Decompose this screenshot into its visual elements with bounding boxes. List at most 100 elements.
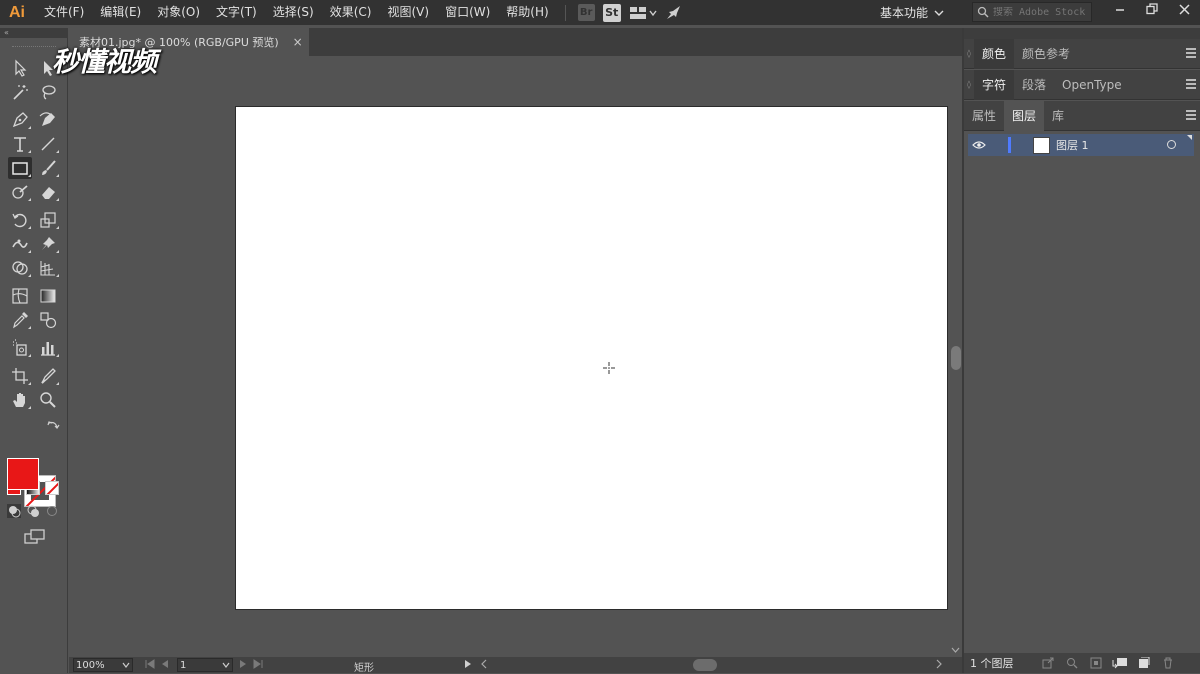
- tools-grip[interactable]: [12, 46, 56, 50]
- dock-collapse-bar[interactable]: [964, 28, 1200, 39]
- none-mode-button[interactable]: [45, 481, 59, 495]
- rotate-tool[interactable]: [8, 209, 32, 231]
- gradient-tool[interactable]: [36, 285, 60, 307]
- symbol-sprayer-tool[interactable]: [8, 337, 32, 359]
- scroll-right-icon[interactable]: [935, 658, 943, 670]
- scroll-down-icon[interactable]: [951, 647, 960, 653]
- menu-type[interactable]: 文字(T): [208, 0, 265, 25]
- delete-layer-icon[interactable]: [1162, 657, 1174, 669]
- tab-opentype[interactable]: OpenType: [1054, 70, 1130, 100]
- tab-libraries[interactable]: 库: [1044, 101, 1072, 131]
- pen-tool[interactable]: [8, 109, 32, 131]
- tab-paragraph[interactable]: 段落: [1014, 70, 1054, 100]
- menu-window[interactable]: 窗口(W): [437, 0, 498, 25]
- draw-normal-icon[interactable]: [7, 504, 21, 518]
- status-menu-arrow-icon[interactable]: [464, 658, 472, 670]
- layer-name[interactable]: 图层 1: [1056, 137, 1089, 153]
- column-graph-icon: [41, 342, 55, 356]
- lasso-tool[interactable]: [36, 81, 60, 103]
- canvas-area[interactable]: [69, 56, 949, 657]
- eyedropper-tool[interactable]: [8, 309, 32, 331]
- horizontal-scroll-thumb[interactable]: [693, 659, 717, 671]
- line-segment-tool[interactable]: [36, 133, 60, 155]
- fill-color-swatch[interactable]: [7, 458, 39, 490]
- minimize-button[interactable]: [1104, 0, 1136, 18]
- tab-layers[interactable]: 图层: [1004, 100, 1045, 131]
- arrange-documents-button[interactable]: [629, 4, 657, 22]
- menu-edit[interactable]: 编辑(E): [92, 0, 149, 25]
- panel-menu-icon[interactable]: [1186, 110, 1196, 120]
- panel-menu-icon[interactable]: [1186, 79, 1196, 89]
- menu-file[interactable]: 文件(F): [36, 0, 92, 25]
- swap-fill-stroke-icon[interactable]: [46, 419, 60, 433]
- panel-grip-icon[interactable]: ◊: [964, 49, 974, 58]
- tab-color-guide[interactable]: 颜色参考: [1014, 39, 1078, 69]
- artboard-tool[interactable]: [8, 365, 32, 387]
- visibility-toggle[interactable]: [968, 140, 990, 150]
- type-tool[interactable]: [8, 133, 32, 155]
- last-artboard-icon[interactable]: [253, 658, 263, 670]
- mesh-tool[interactable]: [8, 285, 32, 307]
- shaper-icon: [12, 185, 28, 199]
- draw-behind-icon[interactable]: [26, 504, 40, 518]
- bridge-button[interactable]: Br: [577, 4, 595, 22]
- paintbrush-tool[interactable]: [36, 157, 60, 179]
- panel-grip-icon[interactable]: ◊: [964, 80, 974, 89]
- vertical-scrollbar[interactable]: [949, 56, 962, 657]
- previous-artboard-icon[interactable]: [161, 658, 169, 670]
- gpu-performance-button[interactable]: [665, 4, 683, 22]
- new-layer-icon[interactable]: [1138, 657, 1150, 669]
- scale-tool[interactable]: [36, 209, 60, 231]
- stock-button[interactable]: St: [602, 3, 621, 22]
- magic-wand-tool[interactable]: [8, 81, 32, 103]
- menu-effect[interactable]: 效果(C): [322, 0, 380, 25]
- hand-tool[interactable]: [8, 389, 32, 411]
- close-document-icon[interactable]: ×: [293, 35, 303, 49]
- perspective-grid-tool[interactable]: [36, 257, 60, 279]
- first-artboard-icon[interactable]: [145, 658, 155, 670]
- scroll-left-icon[interactable]: [480, 658, 488, 670]
- curvature-tool[interactable]: [36, 109, 60, 131]
- layer-thumbnail: [1033, 136, 1050, 154]
- tab-properties[interactable]: 属性: [964, 101, 1004, 131]
- rectangle-tool[interactable]: [8, 157, 32, 179]
- slice-tool[interactable]: [36, 365, 60, 387]
- zoom-select[interactable]: 100%: [73, 658, 133, 672]
- layer-row[interactable]: 图层 1: [968, 134, 1194, 156]
- locate-object-icon[interactable]: [1066, 657, 1078, 669]
- clipping-mask-icon[interactable]: [1090, 657, 1102, 669]
- close-window-button[interactable]: [1168, 0, 1200, 18]
- next-artboard-icon[interactable]: [239, 658, 247, 670]
- eraser-icon: [42, 187, 55, 199]
- puppet-warp-tool[interactable]: [36, 233, 60, 255]
- tab-color[interactable]: 颜色: [974, 38, 1015, 69]
- shaper-tool[interactable]: [8, 181, 32, 203]
- menu-view[interactable]: 视图(V): [379, 0, 437, 25]
- shape-builder-tool[interactable]: [8, 257, 32, 279]
- tab-character[interactable]: 字符: [974, 69, 1015, 100]
- width-tool[interactable]: [8, 233, 32, 255]
- new-sublayer-icon[interactable]: [1112, 657, 1128, 669]
- screen-mode-icon[interactable]: [24, 529, 46, 545]
- tools-collapse-button[interactable]: «: [0, 28, 68, 38]
- menu-object[interactable]: 对象(O): [149, 0, 208, 25]
- bridge-icon: Br: [577, 4, 595, 21]
- search-input[interactable]: [993, 6, 1085, 18]
- restore-button[interactable]: [1136, 0, 1168, 18]
- vertical-scroll-thumb[interactable]: [951, 346, 961, 370]
- artboard-number-select[interactable]: 1: [177, 658, 233, 672]
- layer-count: 1 个图层: [970, 657, 1014, 670]
- draw-inside-icon[interactable]: [45, 504, 59, 518]
- zoom-tool[interactable]: [36, 389, 60, 411]
- panel-menu-icon[interactable]: [1186, 48, 1196, 58]
- artboard[interactable]: [235, 106, 948, 610]
- layer-target-icon[interactable]: [1167, 140, 1176, 149]
- menu-help[interactable]: 帮助(H): [498, 0, 556, 25]
- workspace-switcher[interactable]: 基本功能: [880, 0, 944, 25]
- column-graph-tool[interactable]: [36, 337, 60, 359]
- menu-select[interactable]: 选择(S): [265, 0, 322, 25]
- selection-tool[interactable]: [8, 57, 32, 79]
- blend-tool[interactable]: [36, 309, 60, 331]
- export-icon[interactable]: [1042, 657, 1054, 669]
- eraser-tool[interactable]: [36, 181, 60, 203]
